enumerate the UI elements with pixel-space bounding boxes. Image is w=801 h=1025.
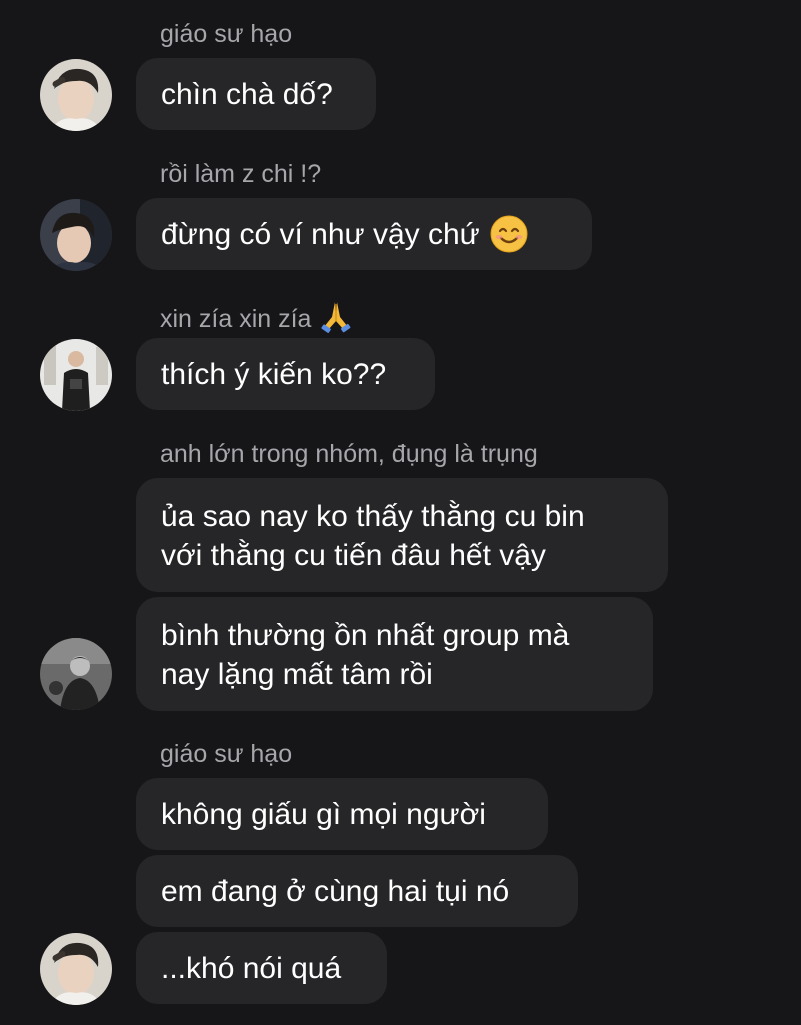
- message-text-line: bình thường ồn nhất group mà: [161, 619, 570, 652]
- avatar[interactable]: [40, 638, 112, 710]
- avatar[interactable]: [40, 59, 112, 131]
- message-text: chìn chà dố?: [161, 77, 333, 111]
- avatar[interactable]: [40, 339, 112, 411]
- message-bubble[interactable]: em đang ở cùng hai tụi nó: [136, 855, 578, 927]
- sender-name: rồi làm z chi !?: [160, 160, 322, 188]
- message-bubble[interactable]: không giấu gì mọi người: [136, 778, 548, 850]
- message-text: ...khó nói quá: [161, 951, 342, 985]
- avatar[interactable]: [40, 199, 112, 271]
- message-text: thích ý kiến ko??: [161, 357, 387, 391]
- sender-name: giáo sư hạo: [160, 740, 293, 768]
- message-bubble[interactable]: ...khó nói quá: [136, 932, 387, 1004]
- sender-name: giáo sư hạo: [160, 20, 293, 48]
- folded-hands-icon: [319, 299, 353, 333]
- sender-name: anh lớn trong nhóm, đụng là trụng: [160, 440, 538, 468]
- message-text-line: ủa sao nay ko thấy thằng cu bin: [161, 500, 585, 533]
- message-bubble[interactable]: ủa sao nay ko thấy thằng cu bin với thằn…: [136, 478, 668, 592]
- message-text: em đang ở cùng hai tụi nó: [161, 874, 510, 908]
- message-bubble[interactable]: thích ý kiến ko??: [136, 338, 435, 410]
- message-bubble[interactable]: bình thường ồn nhất group mà nay lặng mấ…: [136, 597, 653, 711]
- message-text-line: nay lặng mất tâm rồi: [161, 658, 433, 691]
- message-text-line: với thằng cu tiến đâu hết vậy: [161, 539, 546, 572]
- message-text: không giấu gì mọi người: [161, 797, 486, 831]
- sender-name: xin zía xin zía: [160, 299, 353, 334]
- message-bubble[interactable]: chìn chà dố?: [136, 58, 376, 130]
- smiling-face-icon: [490, 215, 528, 253]
- avatar[interactable]: [40, 933, 112, 1005]
- message-bubble[interactable]: đừng có ví như vậy chứ: [136, 198, 592, 270]
- message-text: đừng có ví như vậy chứ: [161, 217, 480, 251]
